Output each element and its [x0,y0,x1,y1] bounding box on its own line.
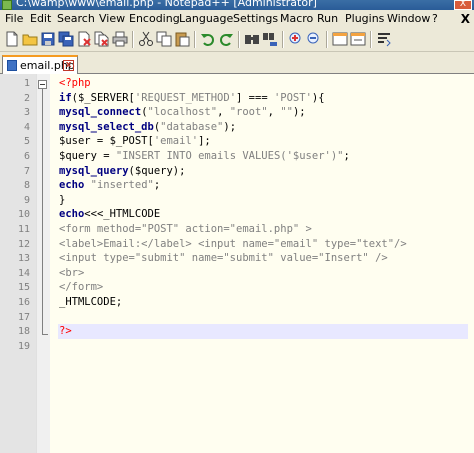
line-number: 2 [23,92,30,104]
cut-icon[interactable] [138,31,154,47]
code-line[interactable]: } [59,194,65,206]
menu-edit[interactable]: Edit [30,12,51,25]
file-icon [7,60,17,71]
menu-macro[interactable]: Macro [280,12,313,25]
title-bar: C:\wamp\www\email.php - Notepad++ [Admin… [0,0,474,10]
code-line[interactable]: mysql_query($query); [59,165,185,177]
line-number: 14 [17,267,30,279]
new-file-icon[interactable] [4,31,20,47]
line-number: 12 [17,238,30,250]
toolbar-separator [370,31,372,48]
window-title: C:\wamp\www\email.php - Notepad++ [Admin… [16,0,317,9]
line-number: 4 [23,121,30,133]
menu-run[interactable]: Run [317,12,338,25]
sync-horizontal-icon[interactable] [350,31,366,47]
toolbar-separator [194,31,196,48]
line-number: 9 [23,194,30,206]
menu-settings[interactable]: Settings [233,12,278,25]
zoom-out-icon[interactable] [306,31,322,47]
code-line[interactable]: mysql_select_db("database"); [59,121,236,133]
line-number: 3 [23,107,30,119]
menu-bar: File Edit Search View Encoding Language … [0,10,474,28]
save-icon[interactable] [40,31,56,47]
tab-close-icon[interactable]: x [63,60,74,71]
code-line[interactable]: <form method="POST" action="email.php" > [59,223,312,235]
code-line[interactable]: <label>Email:</label> <input name="email… [59,238,407,250]
line-number: 5 [23,136,30,148]
line-number: 11 [17,224,30,235]
code-line[interactable]: _HTMLCODE; [59,296,122,308]
copy-icon[interactable] [156,31,172,47]
fold-line [42,88,48,335]
toolbar [0,28,474,52]
line-number: 1 [23,78,30,89]
notepad-app-icon [2,0,12,10]
code-line[interactable]: <input type="submit" name="submit" value… [59,252,388,264]
menu-help[interactable]: ? [432,12,438,25]
open-file-icon[interactable] [22,31,38,47]
menu-plugins[interactable]: Plugins [345,12,384,25]
save-all-icon[interactable] [58,31,74,47]
zoom-in-icon[interactable] [288,31,304,47]
line-number: 8 [23,180,30,192]
code-line[interactable]: ?> [59,325,72,337]
print-icon[interactable] [112,31,128,47]
code-line[interactable]: <?php [59,77,91,89]
toolbar-separator [282,31,284,48]
line-number: 15 [17,282,30,294]
current-line-highlight [58,324,468,340]
menu-language[interactable]: Language [179,12,233,25]
find-icon[interactable] [244,31,260,47]
line-number: 13 [17,253,30,265]
document-close-button[interactable]: X [461,12,470,26]
code-line[interactable]: echo<<<_HTMLCODE [59,208,160,220]
tab-strip: email.php x [0,52,474,74]
code-editor[interactable]: 1 <?php 2 if($_SERVER['REQUEST_METHOD'] ===… [0,74,474,453]
line-number: 6 [23,151,30,162]
word-wrap-icon[interactable] [376,31,392,47]
code-line[interactable]: <br> [59,267,84,279]
code-line[interactable]: $query = "INSERT INTO emails VALUES('$us… [59,150,350,162]
code-line[interactable]: </form> [59,281,103,293]
code-line[interactable]: if($_SERVER['REQUEST_METHOD'] === 'POST'… [59,92,325,104]
code-line[interactable]: $user = $_POST['email']; [59,135,211,147]
toolbar-separator [238,31,240,48]
sync-vertical-icon[interactable] [332,31,348,47]
code-line[interactable]: echo "inserted"; [59,179,160,191]
line-number: 19 [17,340,30,352]
toolbar-separator [326,31,328,48]
close-icon[interactable] [76,31,92,47]
close-all-icon[interactable] [94,31,110,47]
menu-file[interactable]: File [5,12,23,25]
menu-search[interactable]: Search [57,12,95,25]
paste-icon[interactable] [174,31,190,47]
menu-window[interactable]: Window [387,12,430,25]
redo-icon[interactable] [218,31,234,47]
line-number: 16 [17,297,30,308]
line-number: 18 [17,326,30,338]
window-close-button[interactable]: X [454,0,472,10]
line-number: 7 [23,165,30,177]
menu-view[interactable]: View [99,12,125,25]
undo-icon[interactable] [200,31,216,47]
line-number: 17 [17,311,30,323]
code-line[interactable]: mysql_connect("localhost", "root", ""); [59,106,306,118]
menu-encoding[interactable]: Encoding [129,12,180,25]
line-number: 10 [17,209,30,221]
tab-email-php[interactable]: email.php x [2,55,78,74]
toolbar-separator [132,31,134,48]
replace-icon[interactable] [262,31,278,47]
